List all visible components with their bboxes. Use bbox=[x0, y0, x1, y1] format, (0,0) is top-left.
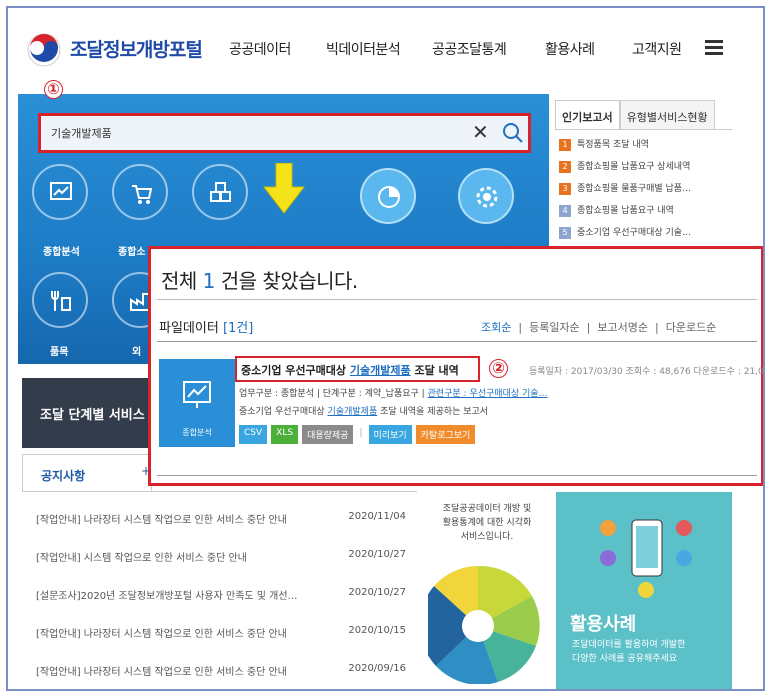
use-case-title: 활용사례 bbox=[570, 614, 637, 635]
thumbnail-label: 종합분석 bbox=[182, 428, 212, 437]
boxes-icon[interactable] bbox=[192, 164, 248, 220]
popular-reports-panel: 인기보고서 유형별서비스현황 1 특정품목 조달 내역 2 종합쇼핑몰 납품요구 상… bbox=[555, 100, 732, 250]
sort-name[interactable]: 보고서명순 bbox=[597, 321, 648, 334]
shopping-cart-icon[interactable] bbox=[112, 164, 168, 220]
infographic-wheel-icon bbox=[428, 565, 540, 684]
result-summary: 전체 1 건을 찾았습니다. bbox=[161, 269, 358, 293]
nav-public-data[interactable]: 공공데이터 bbox=[229, 39, 291, 59]
search-value: 기술개발제품 bbox=[51, 127, 112, 140]
preview-button[interactable]: 미리보기 bbox=[368, 425, 412, 444]
report-item[interactable]: 1 특정품목 조달 내역 bbox=[555, 134, 732, 156]
search-result-popup: 전체 1 건을 찾았습니다. 파일데이터 [1건] 조회순 | 등록일자순 | … bbox=[148, 246, 765, 486]
notice-divider bbox=[22, 491, 417, 492]
notice-tab[interactable]: 공지사항 + bbox=[22, 454, 152, 492]
analysis-icon bbox=[183, 381, 211, 408]
report-item[interactable]: 3 종합쇼핑몰 물품구매별 납품… bbox=[555, 178, 732, 200]
notice-row[interactable]: [작업안내] 시스템 작업으로 인한 서비스 중단 안내 2020/10/27 bbox=[36, 549, 406, 564]
tools-icon[interactable] bbox=[32, 272, 88, 328]
result-title-link[interactable]: 중소기업 우선구매대상 기술개발제품 조달 내역 bbox=[235, 356, 480, 382]
sort-views[interactable]: 조회순 bbox=[481, 321, 511, 334]
notice-row[interactable]: [작업안내] 나라장터 시스템 작업으로 인한 서비스 중단 안내 2020/10… bbox=[36, 625, 406, 640]
report-item[interactable]: 4 종합쇼핑몰 납품요구 내역 bbox=[555, 200, 732, 222]
sort-options: 조회순 | 등록일자순 | 보고서명순 | 다운로드순 bbox=[481, 321, 717, 334]
infographic-card[interactable]: 조달공공데이터 개방 및 활용통계에 대한 시각화 서비스입니다. bbox=[422, 492, 552, 689]
result-actions: CSV XLS 대용량제공 | 미리보기 카탈로그보기 bbox=[239, 425, 476, 444]
result-description: 중소기업 우선구매대상 기술개발제품 조달 내역을 제공하는 보고서 bbox=[239, 407, 489, 417]
infographic-text: 서비스입니다. bbox=[460, 532, 514, 542]
hero-label-foreign: 외 bbox=[132, 347, 142, 358]
smartphone-people-icon bbox=[600, 519, 692, 598]
step-1-badge: ① bbox=[44, 80, 63, 99]
notice-row[interactable]: [작업안내] 나라장터 시스템 작업으로 인한 서비스 중단 안내 2020/09… bbox=[36, 663, 406, 678]
csv-button[interactable]: CSV bbox=[239, 425, 268, 444]
catalog-button[interactable]: 카탈로그보기 bbox=[415, 425, 476, 444]
xls-button[interactable]: XLS bbox=[271, 425, 299, 444]
report-item[interactable]: 2 종합쇼핑몰 납품요구 상세내역 bbox=[555, 156, 732, 178]
nav-bigdata[interactable]: 빅데이터분석 bbox=[326, 39, 401, 59]
gear-icon[interactable] bbox=[458, 168, 514, 224]
use-case-card[interactable]: 활용사례 조달데이터를 활용하여 개발한 다양한 사례를 공유해주세요 bbox=[556, 492, 732, 689]
divider bbox=[157, 299, 757, 300]
bulk-download-button[interactable]: 대용량제공 bbox=[302, 425, 354, 444]
search-input[interactable]: 기술개발제품 ✕ bbox=[38, 113, 531, 153]
down-arrow-icon bbox=[262, 163, 306, 214]
related-link[interactable]: 관련구분 : 우선구매대상 기술… bbox=[428, 389, 548, 399]
search-icon[interactable] bbox=[499, 119, 527, 147]
notice-row[interactable]: [설문조사]2020년 조달정보개방포털 사용자 만족도 및 개선… 2020/1… bbox=[36, 587, 406, 602]
file-data-label: 파일데이터 [1건] bbox=[159, 321, 254, 336]
nav-statistics[interactable]: 공공조달통계 bbox=[432, 39, 507, 59]
divider bbox=[157, 341, 757, 342]
notice-title: 공지사항 bbox=[41, 469, 86, 483]
sort-date[interactable]: 등록일자순 bbox=[529, 321, 580, 334]
logo-icon[interactable] bbox=[26, 32, 62, 68]
result-thumbnail[interactable]: 종합분석 bbox=[159, 359, 235, 447]
infographic-text: 조달공공데이터 개방 및 bbox=[442, 504, 532, 514]
divider bbox=[157, 475, 757, 476]
hero-label-mall: 종합소 bbox=[118, 247, 146, 258]
tab-popular-reports[interactable]: 인기보고서 bbox=[555, 100, 620, 129]
hero-label-items: 품목 bbox=[50, 347, 69, 358]
tab-service-status[interactable]: 유형별서비스현황 bbox=[619, 100, 715, 129]
analysis-icon[interactable] bbox=[32, 164, 88, 220]
result-count: 1 bbox=[202, 269, 216, 293]
site-header: 조달정보개방포털 공공데이터 빅데이터분석 공공조달통계 활용사례 고객지원 bbox=[8, 8, 763, 86]
file-count: [1건] bbox=[222, 321, 254, 336]
menu-icon[interactable] bbox=[705, 40, 723, 55]
report-item[interactable]: 5 중소기업 우선구매대상 기술… bbox=[555, 222, 732, 244]
step-2-badge: ② bbox=[489, 359, 508, 378]
logo-text[interactable]: 조달정보개방포털 bbox=[70, 35, 203, 62]
nav-support[interactable]: 고객지원 bbox=[632, 39, 682, 59]
use-case-desc: 다양한 사례를 공유해주세요 bbox=[572, 654, 678, 664]
clear-icon[interactable]: ✕ bbox=[472, 120, 489, 144]
sort-downloads[interactable]: 다운로드순 bbox=[666, 321, 717, 334]
pie-chart-icon[interactable] bbox=[360, 168, 416, 224]
stage-service-button[interactable]: 조달 단계별 서비스 bbox=[22, 378, 152, 448]
page-frame: 조달정보개방포털 공공데이터 빅데이터분석 공공조달통계 활용사례 고객지원 ①… bbox=[6, 6, 765, 691]
result-categories: 업무구분 : 종합분석 | 단계구분 : 계약_납품요구 | 관련구분 : 우선… bbox=[239, 389, 548, 399]
use-case-desc: 조달데이터를 활용하여 개발한 bbox=[572, 640, 686, 650]
notice-row[interactable]: [작업안내] 나라장터 시스템 작업으로 인한 서비스 중단 안내 2020/11… bbox=[36, 511, 406, 526]
result-meta: 등록일자 : 2017/03/30 조회수 : 48,676 다운로드수 : 2… bbox=[529, 367, 765, 377]
nav-cases[interactable]: 활용사례 bbox=[545, 39, 595, 59]
hero-label-analysis: 종합분석 bbox=[43, 247, 80, 258]
infographic-text: 활용통계에 대한 시각화 bbox=[442, 518, 532, 528]
